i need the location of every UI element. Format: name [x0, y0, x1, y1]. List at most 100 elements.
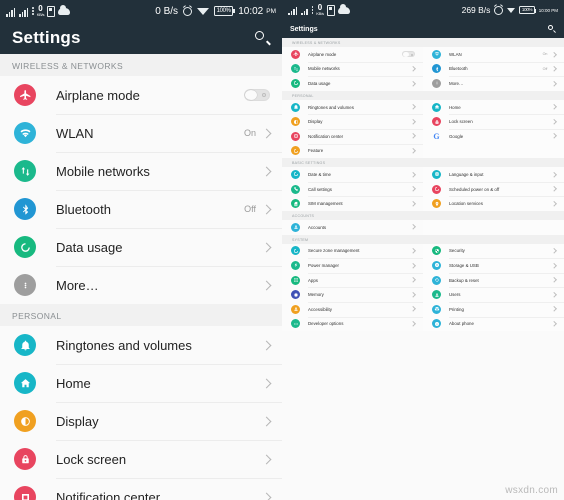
settings-row[interactable]: G Google — [423, 128, 564, 144]
settings-row[interactable]: Mobile networks — [282, 61, 423, 77]
settings-row[interactable]: Location services — [423, 196, 564, 211]
settings-row-label: Accessibility — [308, 306, 332, 312]
settings-row-value: Off — [542, 66, 548, 71]
settings-column: Date & time Call settings SIM management — [282, 167, 423, 211]
settings-row[interactable]: Language & input — [423, 167, 564, 182]
settings-row[interactable]: Feature — [282, 143, 423, 159]
chevron-right-icon — [261, 280, 272, 290]
disk-icon — [432, 260, 441, 270]
data-rate-text: 269 B/s — [461, 5, 491, 15]
signal-icon — [301, 5, 309, 15]
signal-icon — [288, 5, 298, 15]
bluetooth-icon — [14, 198, 36, 220]
google-icon: G — [433, 131, 440, 141]
settings-row[interactable]: Apps — [282, 272, 423, 288]
tablet-settings-screen: 0 KB/s 269 B/s 100% 10:00 PM Settings WI… — [282, 0, 564, 500]
alarm-icon — [494, 5, 504, 15]
person-icon — [291, 222, 300, 232]
data-speed-icon: 0 KB/s — [37, 5, 45, 17]
status-right-group: 0 B/s 100% 10:02 PM — [155, 6, 276, 17]
settings-row[interactable]: Home — [0, 364, 282, 402]
settings-row-value: On — [542, 52, 548, 57]
settings-row[interactable]: Power manager — [282, 258, 423, 273]
settings-column — [423, 219, 564, 235]
settings-row[interactable]: Scheduled power on & off — [423, 181, 564, 197]
settings-row[interactable]: Airplane mode — [282, 47, 423, 62]
wifi-icon — [507, 7, 516, 13]
toggle-switch[interactable] — [244, 89, 270, 101]
settings-row[interactable]: Secure zone management — [282, 243, 423, 259]
bolt-icon — [291, 260, 300, 270]
settings-row[interactable]: Ringtones and volumes — [282, 99, 423, 115]
wifi-icon — [432, 49, 441, 59]
settings-row[interactable]: Display — [0, 402, 282, 440]
cloud-icon — [337, 3, 350, 14]
wifi-icon — [14, 122, 36, 144]
settings-row[interactable]: About phone — [423, 316, 564, 332]
settings-row[interactable]: Users — [423, 287, 564, 302]
settings-row[interactable]: Memory — [282, 287, 423, 302]
ring-icon — [291, 169, 300, 179]
settings-row[interactable]: Display — [282, 114, 423, 129]
chevron-right-icon — [410, 292, 416, 298]
settings-row-label: Call settings — [308, 186, 332, 192]
settings-row[interactable]: Printing — [423, 301, 564, 317]
settings-row[interactable]: Accessibility — [282, 301, 423, 317]
settings-row[interactable]: Data usage — [0, 228, 282, 266]
airplane-icon — [14, 84, 36, 106]
chevron-right-icon — [551, 104, 557, 110]
data-rate-text: 0 B/s — [155, 5, 179, 17]
settings-row[interactable]: Call settings — [282, 181, 423, 197]
data-speed-icon: 0 KB/s — [316, 4, 324, 16]
settings-row[interactable]: Developer options — [282, 316, 423, 332]
settings-row-value: Off — [244, 204, 256, 214]
ring-icon — [432, 184, 441, 194]
settings-row[interactable]: Ringtones and volumes — [0, 326, 282, 364]
settings-row[interactable]: More… — [0, 266, 282, 304]
settings-row-label: Date & time — [308, 171, 331, 177]
settings-row[interactable]: More… — [423, 76, 564, 91]
settings-column: Accounts — [282, 219, 423, 235]
tablet-settings-list[interactable]: WIRELESS & NETWORKS Airplane mode Mobile n… — [282, 38, 564, 500]
chevron-right-icon — [410, 66, 416, 72]
chevron-right-icon — [261, 492, 272, 500]
settings-row[interactable]: WLAN On — [423, 47, 564, 62]
settings-row[interactable]: Date & time — [282, 167, 423, 182]
settings-row[interactable]: Backup & reset — [423, 272, 564, 288]
bell-icon — [14, 334, 36, 356]
settings-row[interactable]: Bluetooth Off — [423, 61, 564, 77]
settings-row[interactable]: Storage & USB — [423, 258, 564, 273]
search-icon[interactable] — [548, 25, 556, 33]
settings-row[interactable]: Bluetooth Off — [0, 190, 282, 228]
phone-settings-list[interactable]: WIRELESS & NETWORKS Airplane mode WLAN On Mo… — [0, 54, 282, 500]
settings-row[interactable]: Data usage — [282, 76, 423, 91]
settings-row[interactable]: SIM management — [282, 196, 423, 211]
lock-icon — [432, 117, 441, 127]
settings-row[interactable]: Airplane mode — [0, 76, 282, 114]
section-header: WIRELESS & NETWORKS — [282, 38, 564, 47]
settings-row[interactable]: Lock screen — [423, 114, 564, 129]
mobile-networks-icon — [14, 160, 36, 182]
settings-row[interactable]: Security — [423, 243, 564, 259]
settings-row[interactable]: Accounts — [282, 219, 423, 235]
section-header: WIRELESS & NETWORKS — [0, 54, 282, 76]
settings-row-label: Bluetooth — [56, 201, 111, 217]
settings-row[interactable]: WLAN On — [0, 114, 282, 152]
chevron-right-icon — [410, 277, 416, 283]
settings-row-label: Security — [449, 248, 465, 254]
toggle-switch[interactable] — [402, 51, 415, 58]
ring-icon — [291, 78, 300, 88]
chevron-right-icon — [410, 148, 416, 154]
settings-row[interactable]: Notification center — [0, 478, 282, 500]
signal-icon — [6, 6, 16, 17]
settings-row[interactable]: Mobile networks — [0, 152, 282, 190]
settings-row[interactable]: Home — [423, 99, 564, 115]
settings-columns: Accounts — [282, 219, 564, 235]
tablet-status-bar: 0 KB/s 269 B/s 100% 10:00 PM — [282, 0, 564, 20]
search-icon[interactable] — [255, 30, 270, 46]
settings-row[interactable]: Notification center — [282, 128, 423, 144]
code-icon — [291, 319, 300, 329]
kb-unit: KB/s — [316, 11, 324, 16]
settings-row[interactable]: Lock screen — [0, 440, 282, 478]
chevron-right-icon — [551, 171, 557, 177]
